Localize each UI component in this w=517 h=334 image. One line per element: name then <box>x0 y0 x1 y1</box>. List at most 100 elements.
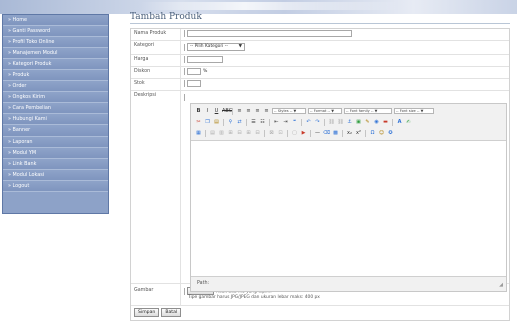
insert-row-icon[interactable]: ⊞ <box>227 130 234 137</box>
stok-input[interactable] <box>187 80 201 87</box>
font-size-select[interactable]: -- Font size -- ▼ <box>394 108 434 114</box>
table-icon[interactable]: ▦ <box>195 130 202 137</box>
subscript-icon[interactable]: x₂ <box>346 130 353 137</box>
sidebar-item-modul-ym[interactable]: » Modul YM <box>3 147 108 159</box>
help-icon[interactable]: ◉ <box>373 119 380 126</box>
gambar-note: Tipe gambar harus JPG/JPEG dan ukuran le… <box>188 295 320 300</box>
number-list-icon[interactable]: ☷ <box>259 119 266 126</box>
unlink-icon[interactable]: ⛓ <box>337 119 344 126</box>
replace-icon[interactable]: ⇄ <box>236 119 243 126</box>
row-kategori: Kategori -- Pilih Kategori -- ▼ <box>131 41 509 55</box>
sidebar-menu: » Home » Ganti Password » Profil Toko On… <box>2 14 109 214</box>
stok-label: Stok <box>131 79 181 90</box>
sidebar-item-logout[interactable]: » Logout <box>3 180 108 192</box>
font-family-select[interactable]: -- Font family -- ▼ <box>344 108 392 114</box>
sidebar-item-cara-pembelian[interactable]: » Cara Pembelian <box>3 103 108 115</box>
harga-input[interactable] <box>187 56 223 63</box>
strikethrough-icon[interactable]: ABC <box>222 108 232 115</box>
copy-icon[interactable]: ❐ <box>204 119 211 126</box>
code-icon[interactable]: ▬ <box>382 119 389 126</box>
delete-row-icon[interactable]: ⊟ <box>236 130 243 137</box>
description-editor: B I U ABC ≡ ≡ ≡ ≡ -- Styles -- ▼ -- Form… <box>190 103 507 292</box>
visual-aid-icon[interactable]: ▢ <box>291 130 298 137</box>
row-actions: Simpan Batal <box>131 306 509 320</box>
sidebar-item-produk[interactable]: » Produk <box>3 70 108 82</box>
superscript-icon[interactable]: x² <box>355 130 362 137</box>
align-right-icon[interactable]: ≡ <box>254 108 261 115</box>
row-harga: Harga <box>131 55 509 67</box>
cancel-button[interactable]: Batal <box>161 308 182 317</box>
sidebar-item-manajemen-modul[interactable]: » Manajemen Modul <box>3 48 108 60</box>
editor-status-bar: Path: ◢ <box>191 276 506 291</box>
merge-cells-icon[interactable]: ⊡ <box>277 130 284 137</box>
kategori-selected-value: -- Pilih Kategori -- <box>190 44 228 49</box>
editor-toolbar: B I U ABC ≡ ≡ ≡ ≡ -- Styles -- ▼ -- Form… <box>191 104 506 141</box>
special-char-icon[interactable]: Ω <box>369 130 376 137</box>
cleanup-icon[interactable]: ✎ <box>364 119 371 126</box>
cut-icon[interactable]: ✂ <box>195 119 202 126</box>
image-icon[interactable]: ▣ <box>355 119 362 126</box>
nama-produk-label: Nama Produk <box>131 29 181 40</box>
kategori-select[interactable]: -- Pilih Kategori -- ▼ <box>187 43 245 51</box>
styles-select[interactable]: -- Styles -- ▼ <box>272 108 306 114</box>
row-stok: Stok <box>131 79 509 91</box>
diskon-percent-unit: % <box>203 69 208 74</box>
diskon-label: Diskon <box>131 67 181 78</box>
diskon-input[interactable] <box>187 68 201 75</box>
link-icon[interactable]: ⛓ <box>328 119 335 126</box>
sidebar-item-modul-lokasi[interactable]: » Modul Lokasi <box>3 169 108 181</box>
title-divider <box>130 23 510 24</box>
delete-col-icon[interactable]: ⊟ <box>254 130 261 137</box>
outdent-icon[interactable]: ⇤ <box>273 119 280 126</box>
undo-icon[interactable]: ↶ <box>305 119 312 126</box>
emoticon-icon[interactable]: ☺ <box>378 130 385 137</box>
horizontal-rule-icon[interactable]: — <box>314 130 321 137</box>
row-nama-produk: Nama Produk <box>131 29 509 41</box>
sidebar-item-hubungi-kami[interactable]: » Hubungi Kami <box>3 114 108 126</box>
editor-text-area[interactable] <box>191 141 506 276</box>
deskripsi-label: Deskripsi <box>131 91 181 283</box>
kategori-label: Kategori <box>131 41 181 54</box>
text-color-icon[interactable]: A <box>396 119 403 126</box>
redo-icon[interactable]: ↷ <box>314 119 321 126</box>
sidebar-item-order[interactable]: » Order <box>3 81 108 93</box>
format-select[interactable]: -- Format -- ▼ <box>308 108 342 114</box>
underline-icon[interactable]: U <box>213 108 220 115</box>
sidebar-item-home[interactable]: » Home <box>3 15 108 27</box>
sidebar-item-profil-toko[interactable]: » Profil Toko Online <box>3 37 108 49</box>
sidebar-item-laporan[interactable]: » Laporan <box>3 136 108 148</box>
harga-label: Harga <box>131 55 181 66</box>
media-icon[interactable]: ▶ <box>300 130 307 137</box>
align-left-icon[interactable]: ≡ <box>236 108 243 115</box>
sidebar-item-kategori-produk[interactable]: » Kategori Produk <box>3 59 108 71</box>
remove-format-icon[interactable]: ⌫ <box>323 130 330 137</box>
visual-icon[interactable]: ▩ <box>332 130 339 137</box>
highlight-color-icon[interactable]: ✍ <box>405 119 412 126</box>
indent-icon[interactable]: ⇥ <box>282 119 289 126</box>
bold-icon[interactable]: B <box>195 108 202 115</box>
anchor-icon[interactable]: ⚓ <box>346 119 353 126</box>
table-cell-props-icon[interactable]: ▥ <box>218 130 225 137</box>
table-row-props-icon[interactable]: ▤ <box>209 130 216 137</box>
italic-icon[interactable]: I <box>204 108 211 115</box>
row-diskon: Diskon % <box>131 67 509 79</box>
bullet-list-icon[interactable]: ☰ <box>250 119 257 126</box>
align-center-icon[interactable]: ≡ <box>245 108 252 115</box>
chevron-down-icon: ▼ <box>238 44 242 49</box>
paste-icon[interactable]: ▤ <box>213 119 220 126</box>
blockquote-icon[interactable]: ❝ <box>291 119 298 126</box>
save-button[interactable]: Simpan <box>134 308 160 317</box>
split-cells-icon[interactable]: ⊠ <box>268 130 275 137</box>
resize-grip-icon[interactable]: ◢ <box>499 282 503 288</box>
align-justify-icon[interactable]: ≡ <box>263 108 270 115</box>
sidebar-item-link-bank[interactable]: » Link Bank <box>3 158 108 170</box>
sidebar-item-ganti-password[interactable]: » Ganti Password <box>3 26 108 38</box>
sidebar-item-ongkos-kirim[interactable]: » Ongkos Kirim <box>3 92 108 104</box>
find-icon[interactable]: ⚲ <box>227 119 234 126</box>
nama-produk-input[interactable] <box>187 30 352 37</box>
editor-path-label: Path: <box>197 281 210 286</box>
fullscreen-icon[interactable]: ✪ <box>387 130 394 137</box>
sidebar-item-banner[interactable]: » Banner <box>3 125 108 137</box>
gambar-label: Gambar <box>131 284 181 305</box>
insert-col-icon[interactable]: ⊞ <box>245 130 252 137</box>
